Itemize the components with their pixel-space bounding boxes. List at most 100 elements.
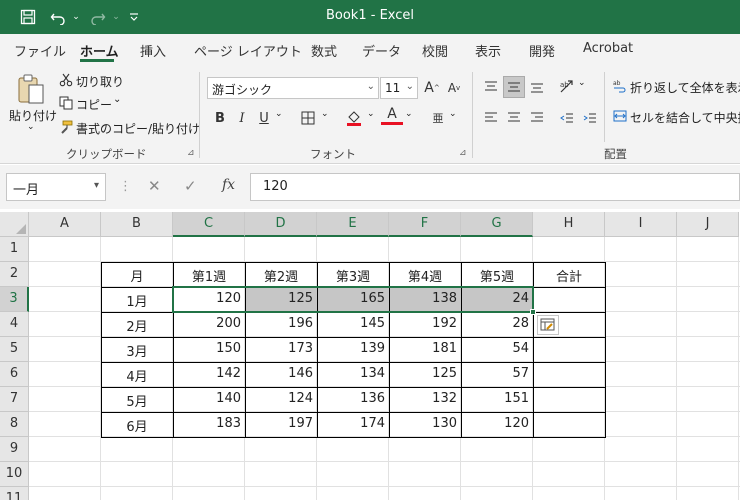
row-header-7[interactable]: 7 [0, 387, 29, 412]
table-header-cell[interactable]: 第2週 [245, 262, 317, 287]
column-header-j[interactable]: J [677, 212, 739, 237]
column-header-g[interactable]: G [461, 212, 533, 237]
table-cell[interactable] [533, 362, 605, 387]
orientation-button[interactable]: ab [556, 76, 578, 98]
table-cell[interactable]: 192 [389, 312, 461, 337]
fill-color-dropdown-icon[interactable]: ⌄ [367, 109, 375, 119]
format-painter-icon[interactable] [58, 119, 74, 135]
cut-button[interactable]: 切り取り [76, 73, 124, 90]
column-header-h[interactable]: H [533, 212, 605, 237]
column-header-c[interactable]: C [173, 212, 245, 237]
column-header-d[interactable]: D [245, 212, 317, 237]
copy-dropdown-icon[interactable]: ⌄ [113, 94, 121, 105]
merge-center-icon[interactable] [612, 108, 628, 124]
table-cell[interactable]: 54 [461, 337, 533, 362]
row-header-3[interactable]: 3 [0, 287, 29, 312]
phonetic-dropdown-icon[interactable]: ⌄ [449, 109, 457, 119]
tab-review[interactable]: 校閲 [422, 41, 448, 60]
row-header-1[interactable]: 1 [0, 237, 29, 262]
formula-input[interactable]: 120 [250, 173, 740, 201]
table-cell[interactable]: 136 [317, 387, 389, 412]
table-cell[interactable]: 57 [461, 362, 533, 387]
table-cell[interactable]: 134 [317, 362, 389, 387]
column-header-e[interactable]: E [317, 212, 389, 237]
table-cell[interactable]: 151 [461, 387, 533, 412]
copy-icon[interactable] [58, 95, 74, 111]
table-cell[interactable]: 140 [173, 387, 245, 412]
row-header-11[interactable]: 11 [0, 487, 29, 500]
align-center-button[interactable] [503, 107, 525, 129]
tab-developer[interactable]: 開発 [529, 41, 555, 60]
row-header-4[interactable]: 4 [0, 312, 29, 337]
table-cell[interactable]: 200 [173, 312, 245, 337]
table-cell[interactable]: 196 [245, 312, 317, 337]
table-cell[interactable]: 2月 [101, 312, 173, 337]
enter-check-icon[interactable]: ✓ [184, 177, 197, 195]
paste-dropdown-icon[interactable]: ⌄ [27, 122, 35, 132]
table-cell[interactable]: 5月 [101, 387, 173, 412]
name-box[interactable]: 一月 ▾ [6, 173, 106, 201]
tab-file[interactable]: ファイル [14, 41, 66, 60]
cut-icon[interactable] [58, 72, 74, 88]
tab-acrobat[interactable]: Acrobat [583, 41, 633, 56]
fill-handle[interactable] [530, 309, 536, 315]
fill-color-button[interactable] [343, 107, 365, 129]
table-cell[interactable]: 124 [245, 387, 317, 412]
tab-data[interactable]: データ [362, 41, 401, 60]
table-header-cell[interactable]: 第5週 [461, 262, 533, 287]
copy-button[interactable]: コピー [76, 96, 112, 113]
underline-button[interactable]: U [253, 107, 275, 129]
grow-font-button[interactable]: A ^ [421, 77, 443, 99]
decrease-indent-button[interactable] [556, 107, 578, 129]
tab-insert[interactable]: 挿入 [140, 41, 166, 60]
align-middle-button[interactable] [503, 76, 525, 98]
merge-center-button[interactable]: セルを結合して中央揃え [630, 109, 740, 126]
table-cell[interactable]: 6月 [101, 412, 173, 437]
font-launcher-icon[interactable]: ⊿ [459, 148, 467, 158]
column-header-a[interactable]: A [29, 212, 101, 237]
table-cell[interactable]: 183 [173, 412, 245, 437]
table-cell[interactable]: 173 [245, 337, 317, 362]
wrap-text-icon[interactable]: ab [612, 78, 628, 94]
increase-indent-button[interactable] [579, 107, 601, 129]
row-header-10[interactable]: 10 [0, 462, 29, 487]
wrap-text-button[interactable]: 折り返して全体を表示する [630, 79, 740, 96]
column-header-i[interactable]: I [605, 212, 677, 237]
column-header-b[interactable]: B [101, 212, 173, 237]
tab-view[interactable]: 表示 [475, 41, 501, 60]
table-cell[interactable]: 130 [389, 412, 461, 437]
table-cell[interactable]: 197 [245, 412, 317, 437]
table-cell[interactable]: 120 [461, 412, 533, 437]
table-cell[interactable]: 139 [317, 337, 389, 362]
orientation-dropdown-icon[interactable]: ⌄ [578, 78, 586, 88]
table-cell[interactable]: 181 [389, 337, 461, 362]
table-cell[interactable]: 125 [389, 362, 461, 387]
font-size-combo[interactable]: 11 ⌄ [380, 77, 418, 99]
bold-button[interactable]: B [209, 107, 231, 129]
table-cell[interactable]: 145 [317, 312, 389, 337]
table-cell[interactable]: 4月 [101, 362, 173, 387]
table-header-cell[interactable]: 第1週 [173, 262, 245, 287]
underline-dropdown-icon[interactable]: ⌄ [275, 109, 283, 119]
borders-dropdown-icon[interactable]: ⌄ [321, 109, 329, 119]
paste-icon[interactable] [14, 72, 48, 106]
table-header-cell[interactable]: 月 [101, 262, 173, 287]
table-cell[interactable]: 150 [173, 337, 245, 362]
tab-formulas[interactable]: 数式 [311, 41, 337, 60]
align-left-button[interactable] [480, 107, 502, 129]
table-cell[interactable]: 28 [461, 312, 533, 337]
table-header-cell[interactable]: 第3週 [317, 262, 389, 287]
column-header-f[interactable]: F [389, 212, 461, 237]
row-header-8[interactable]: 8 [0, 412, 29, 437]
phonetic-button[interactable]: 亜 [427, 107, 449, 129]
quick-analysis-button[interactable] [537, 315, 559, 335]
insert-function-button[interactable]: fx [222, 177, 235, 193]
table-cell[interactable]: 174 [317, 412, 389, 437]
table-cell[interactable] [533, 337, 605, 362]
table-cell[interactable]: 146 [245, 362, 317, 387]
row-header-5[interactable]: 5 [0, 337, 29, 362]
table-cell[interactable] [533, 287, 605, 312]
align-bottom-button[interactable] [526, 76, 548, 98]
align-top-button[interactable] [480, 76, 502, 98]
table-cell[interactable]: 142 [173, 362, 245, 387]
